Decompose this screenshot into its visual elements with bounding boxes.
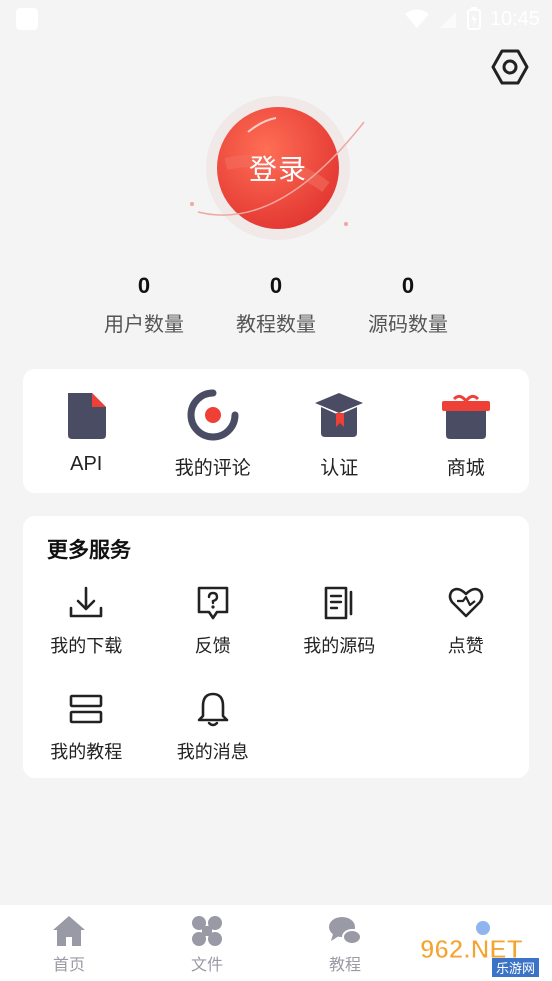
service-likes[interactable]: 点赞: [403, 584, 530, 690]
quick-action-label: 认证: [320, 457, 359, 479]
settings-button[interactable]: [490, 47, 530, 87]
service-feedback[interactable]: 反馈: [150, 584, 277, 690]
download-icon: [69, 586, 103, 618]
services-grid: 我的下载 反馈 我的源码 点赞 我的教程 我的消息: [23, 584, 529, 796]
login-area: 登录: [168, 92, 378, 252]
quick-action-label: 商城: [446, 457, 485, 479]
gift-icon: [441, 394, 490, 439]
status-bar: 10:45: [0, 0, 552, 40]
stat-tutorials[interactable]: 0 教程数量: [210, 270, 342, 340]
service-label: 我的下载: [50, 636, 123, 657]
nav-label: 文件: [190, 955, 223, 974]
quick-actions-card: API 我的评论 认证 商城: [23, 369, 529, 493]
status-time: 10:45: [489, 7, 540, 30]
stat-label: 用户数量: [104, 312, 184, 336]
wifi-icon: [404, 9, 429, 28]
feedback-question-icon: [197, 586, 229, 620]
stat-label: 源码数量: [368, 312, 448, 336]
quick-action-certification[interactable]: 认证: [276, 369, 403, 493]
service-my-downloads[interactable]: 我的下载: [23, 584, 150, 690]
section-title: 更多服务: [47, 538, 131, 562]
signal-icon: [439, 12, 456, 28]
notification-app-icon: [16, 8, 38, 30]
heart-like-icon: [448, 587, 484, 618]
service-label: 点赞: [447, 636, 484, 657]
settings-hexagon-icon: [491, 49, 529, 85]
tutorial-stack-icon: [69, 694, 103, 724]
graduation-cap-icon: [315, 393, 364, 437]
quick-action-my-comments[interactable]: 我的评论: [150, 369, 277, 493]
quick-action-label: API: [70, 453, 103, 475]
comment-ring-icon: [187, 389, 239, 441]
service-label: 反馈: [194, 636, 231, 657]
stat-label: 教程数量: [236, 312, 316, 336]
service-label: 我的源码: [303, 636, 376, 657]
login-label[interactable]: 登录: [217, 107, 339, 229]
nav-home[interactable]: 首页: [0, 905, 138, 981]
stat-value: 0: [401, 273, 415, 298]
nav-label: 首页: [52, 955, 85, 974]
more-services-card: 更多服务 我的下载 反馈 我的源码 点赞 我的教程 我的消息: [23, 516, 529, 778]
files-icon: [192, 916, 222, 946]
nav-tutorials[interactable]: 教程: [276, 905, 414, 981]
bell-icon: [197, 692, 229, 727]
stat-users[interactable]: 0 用户数量: [78, 270, 210, 340]
quick-action-store[interactable]: 商城: [403, 369, 530, 493]
stat-source-code[interactable]: 0 源码数量: [342, 270, 474, 340]
service-label: 我的消息: [176, 742, 249, 763]
nav-label: 教程: [328, 955, 361, 974]
document-icon: [68, 393, 107, 439]
battery-icon: [466, 7, 481, 30]
source-code-icon: [324, 586, 353, 620]
home-icon: [53, 916, 85, 946]
quick-action-api[interactable]: API: [23, 369, 150, 493]
status-icons: 10:45: [404, 7, 540, 31]
service-label: 我的教程: [50, 742, 123, 763]
stat-value: 0: [137, 273, 151, 298]
stats-row: 0 用户数量 0 教程数量 0 源码数量: [78, 270, 474, 340]
quick-action-label: 我的评论: [174, 457, 251, 479]
chat-bubbles-icon: [329, 917, 362, 945]
service-my-tutorials[interactable]: 我的教程: [23, 690, 150, 796]
service-my-messages[interactable]: 我的消息: [150, 690, 277, 796]
stat-value: 0: [269, 273, 283, 298]
nav-files[interactable]: 文件: [138, 905, 276, 981]
service-my-source-code[interactable]: 我的源码: [276, 584, 403, 690]
watermark-subtext: 乐游网: [492, 958, 540, 977]
